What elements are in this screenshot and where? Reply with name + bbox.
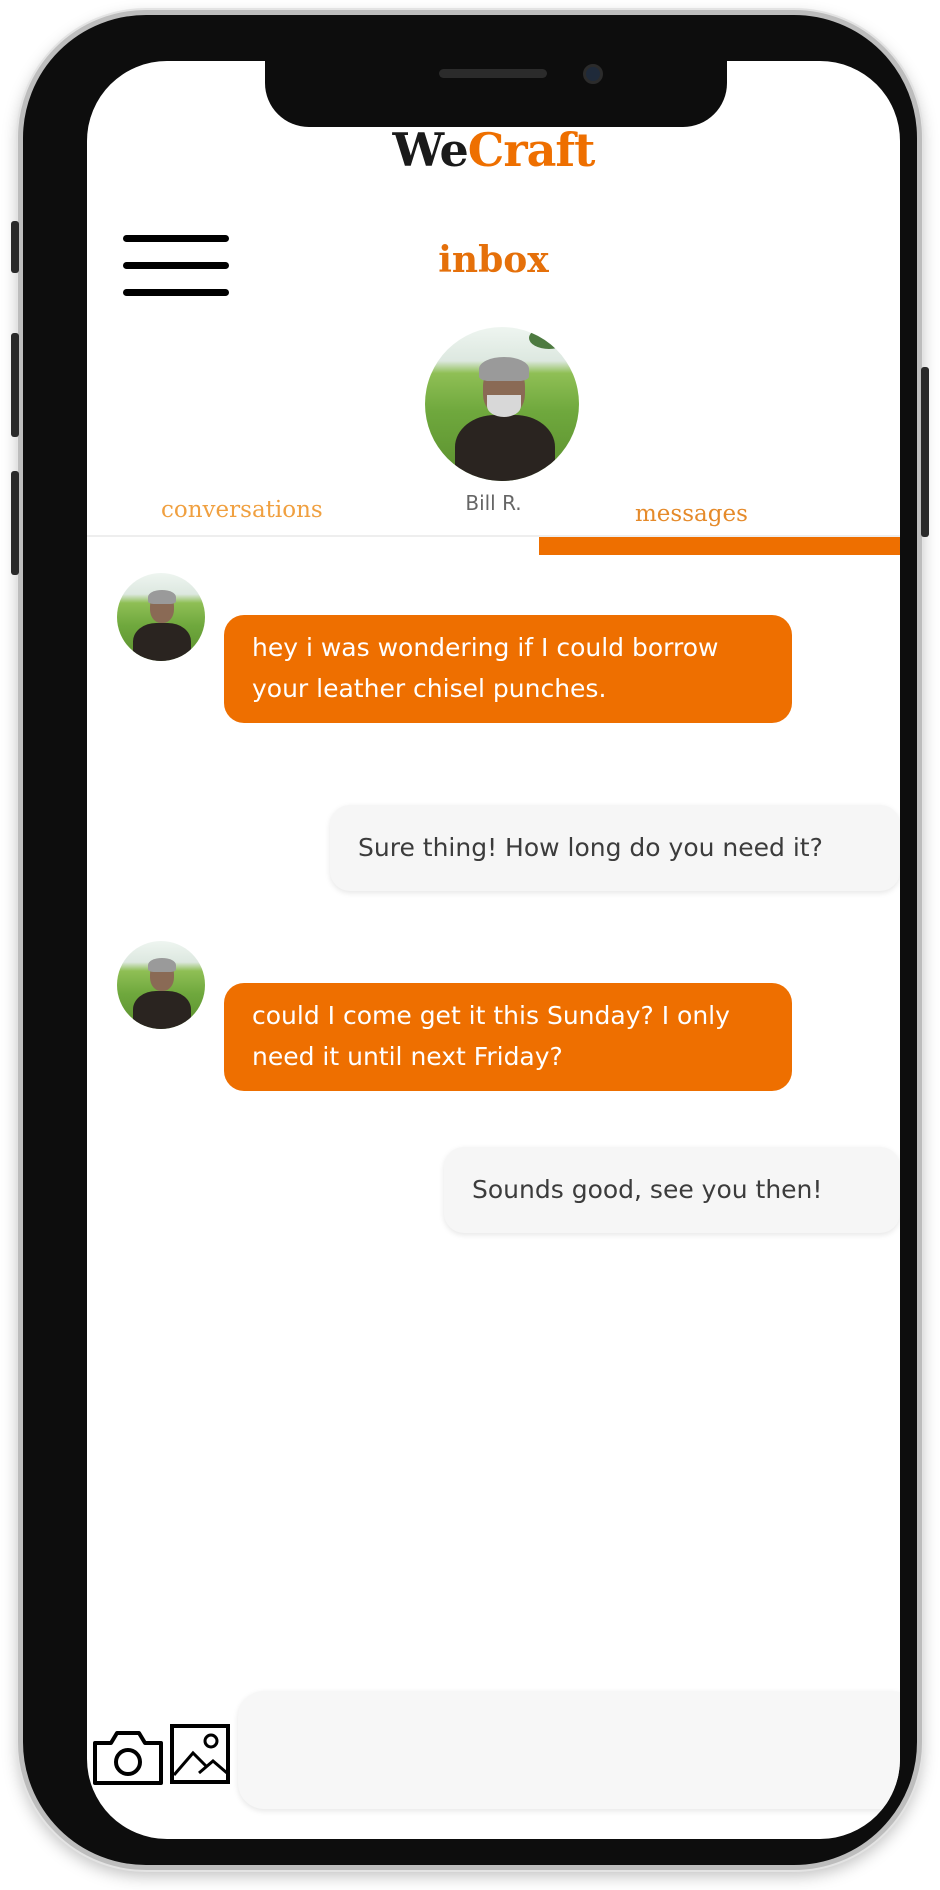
message-input[interactable] (238, 1691, 900, 1809)
contact-avatar[interactable] (425, 327, 579, 481)
power-button (921, 367, 929, 537)
outgoing-message: Sure thing! How long do you need it? (330, 805, 900, 891)
screen: WeCraft inbox Bill R. conversations mess… (87, 61, 900, 1839)
page-title: inbox (438, 239, 549, 281)
message-avatar (117, 941, 205, 1029)
message-avatar (117, 573, 205, 661)
tab-conversations[interactable]: conversations (161, 497, 323, 523)
volume-up-button (11, 333, 19, 437)
speaker (439, 69, 547, 78)
incoming-message: hey i was wondering if I could borrow yo… (224, 615, 792, 723)
notch (265, 61, 727, 127)
avatar-hair (148, 590, 176, 604)
active-tab-indicator (539, 537, 900, 555)
avatar-body (455, 415, 555, 481)
logo-we: We (392, 123, 469, 177)
front-camera (583, 64, 603, 84)
menu-line-icon (123, 289, 229, 296)
avatar-beard (487, 395, 521, 417)
volume-down-button (11, 471, 19, 575)
incoming-message: could I come get it this Sunday? I only … (224, 983, 792, 1091)
camera-button[interactable] (91, 1727, 165, 1787)
avatar-hair (148, 958, 176, 972)
tab-messages[interactable]: messages (635, 501, 748, 527)
avatar-body (133, 991, 191, 1029)
avatar-hair (479, 357, 529, 381)
avatar-body (133, 623, 191, 661)
image-icon (170, 1724, 230, 1784)
outgoing-message: Sounds good, see you then! (444, 1147, 900, 1233)
image-gallery-button[interactable] (169, 1723, 231, 1785)
mute-switch (11, 221, 19, 273)
app-logo: WeCraft (87, 123, 900, 177)
camera-icon (93, 1731, 163, 1785)
logo-craft: Craft (467, 123, 596, 177)
avatar-bg-tree (529, 327, 569, 349)
phone-frame: WeCraft inbox Bill R. conversations mess… (11, 10, 929, 1870)
